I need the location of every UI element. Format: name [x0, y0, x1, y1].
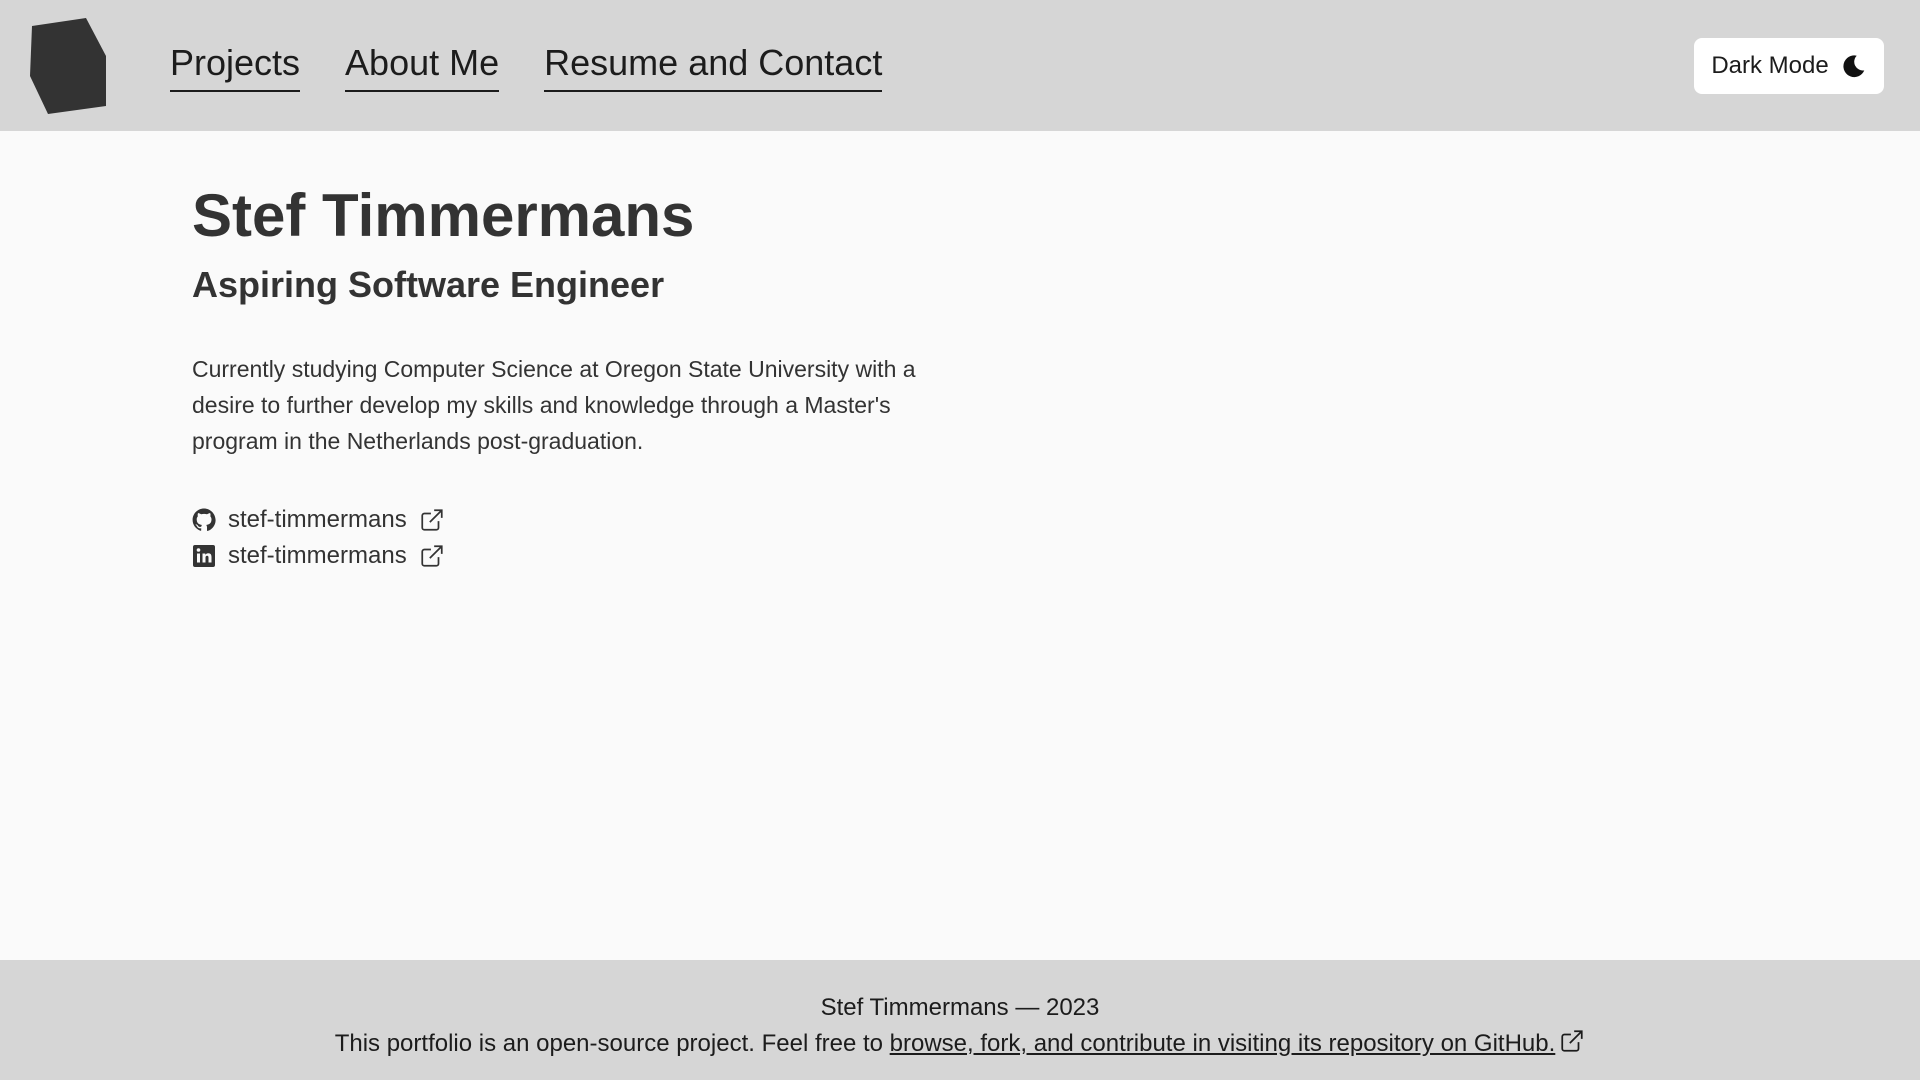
bio-paragraph: Currently studying Computer Science at O… — [192, 356, 916, 454]
linkedin-link[interactable]: stef-timmermans — [192, 539, 992, 573]
cube-logo-icon[interactable] — [30, 18, 106, 114]
footer-copyright: Stef Timmermans — 2023 — [820, 994, 1100, 1021]
github-icon — [192, 508, 216, 531]
nav-projects-link[interactable]: Projects — [170, 40, 301, 92]
repository-link-text: browse, fork, and contribute in visiting… — [889, 1030, 1556, 1057]
external-link-icon — [1561, 1030, 1583, 1052]
dark-mode-label: Dark Mode — [1711, 52, 1829, 79]
intro-section: Stef Timmermans Aspiring Software Engine… — [192, 175, 992, 573]
social-links: stef-timmermans stef-timmermans — [192, 503, 992, 573]
main-nav: Projects About Me Resume and Contact — [170, 40, 883, 92]
nav-about-me-link[interactable]: About Me — [345, 40, 500, 92]
page-footer: Stef Timmermans — 2023 This portfolio is… — [0, 960, 1920, 1080]
github-username: stef-timmermans — [228, 506, 407, 533]
linkedin-username: stef-timmermans — [228, 542, 407, 569]
footer-note: This portfolio is an open-source project… — [0, 1026, 1920, 1062]
subtitle-role: Aspiring Software Engineer — [192, 264, 665, 305]
external-link-icon — [421, 509, 443, 531]
footer-note-text: This portfolio is an open-source project… — [334, 1030, 890, 1057]
linkedin-icon — [193, 545, 215, 567]
page-title: Stef Timmermans — [192, 182, 695, 249]
nav-resume-contact-link[interactable]: Resume and Contact — [544, 40, 883, 92]
external-link-icon — [421, 545, 443, 567]
top-header: Projects About Me Resume and Contact Dar… — [0, 0, 1920, 131]
github-link[interactable]: stef-timmermans — [192, 503, 992, 537]
portfolio-page: Projects About Me Resume and Contact Dar… — [0, 0, 1920, 1080]
moon-icon — [1843, 55, 1864, 78]
dark-mode-button[interactable]: Dark Mode — [1694, 38, 1884, 94]
repository-link[interactable]: browse, fork, and contribute in visiting… — [890, 1030, 1586, 1057]
